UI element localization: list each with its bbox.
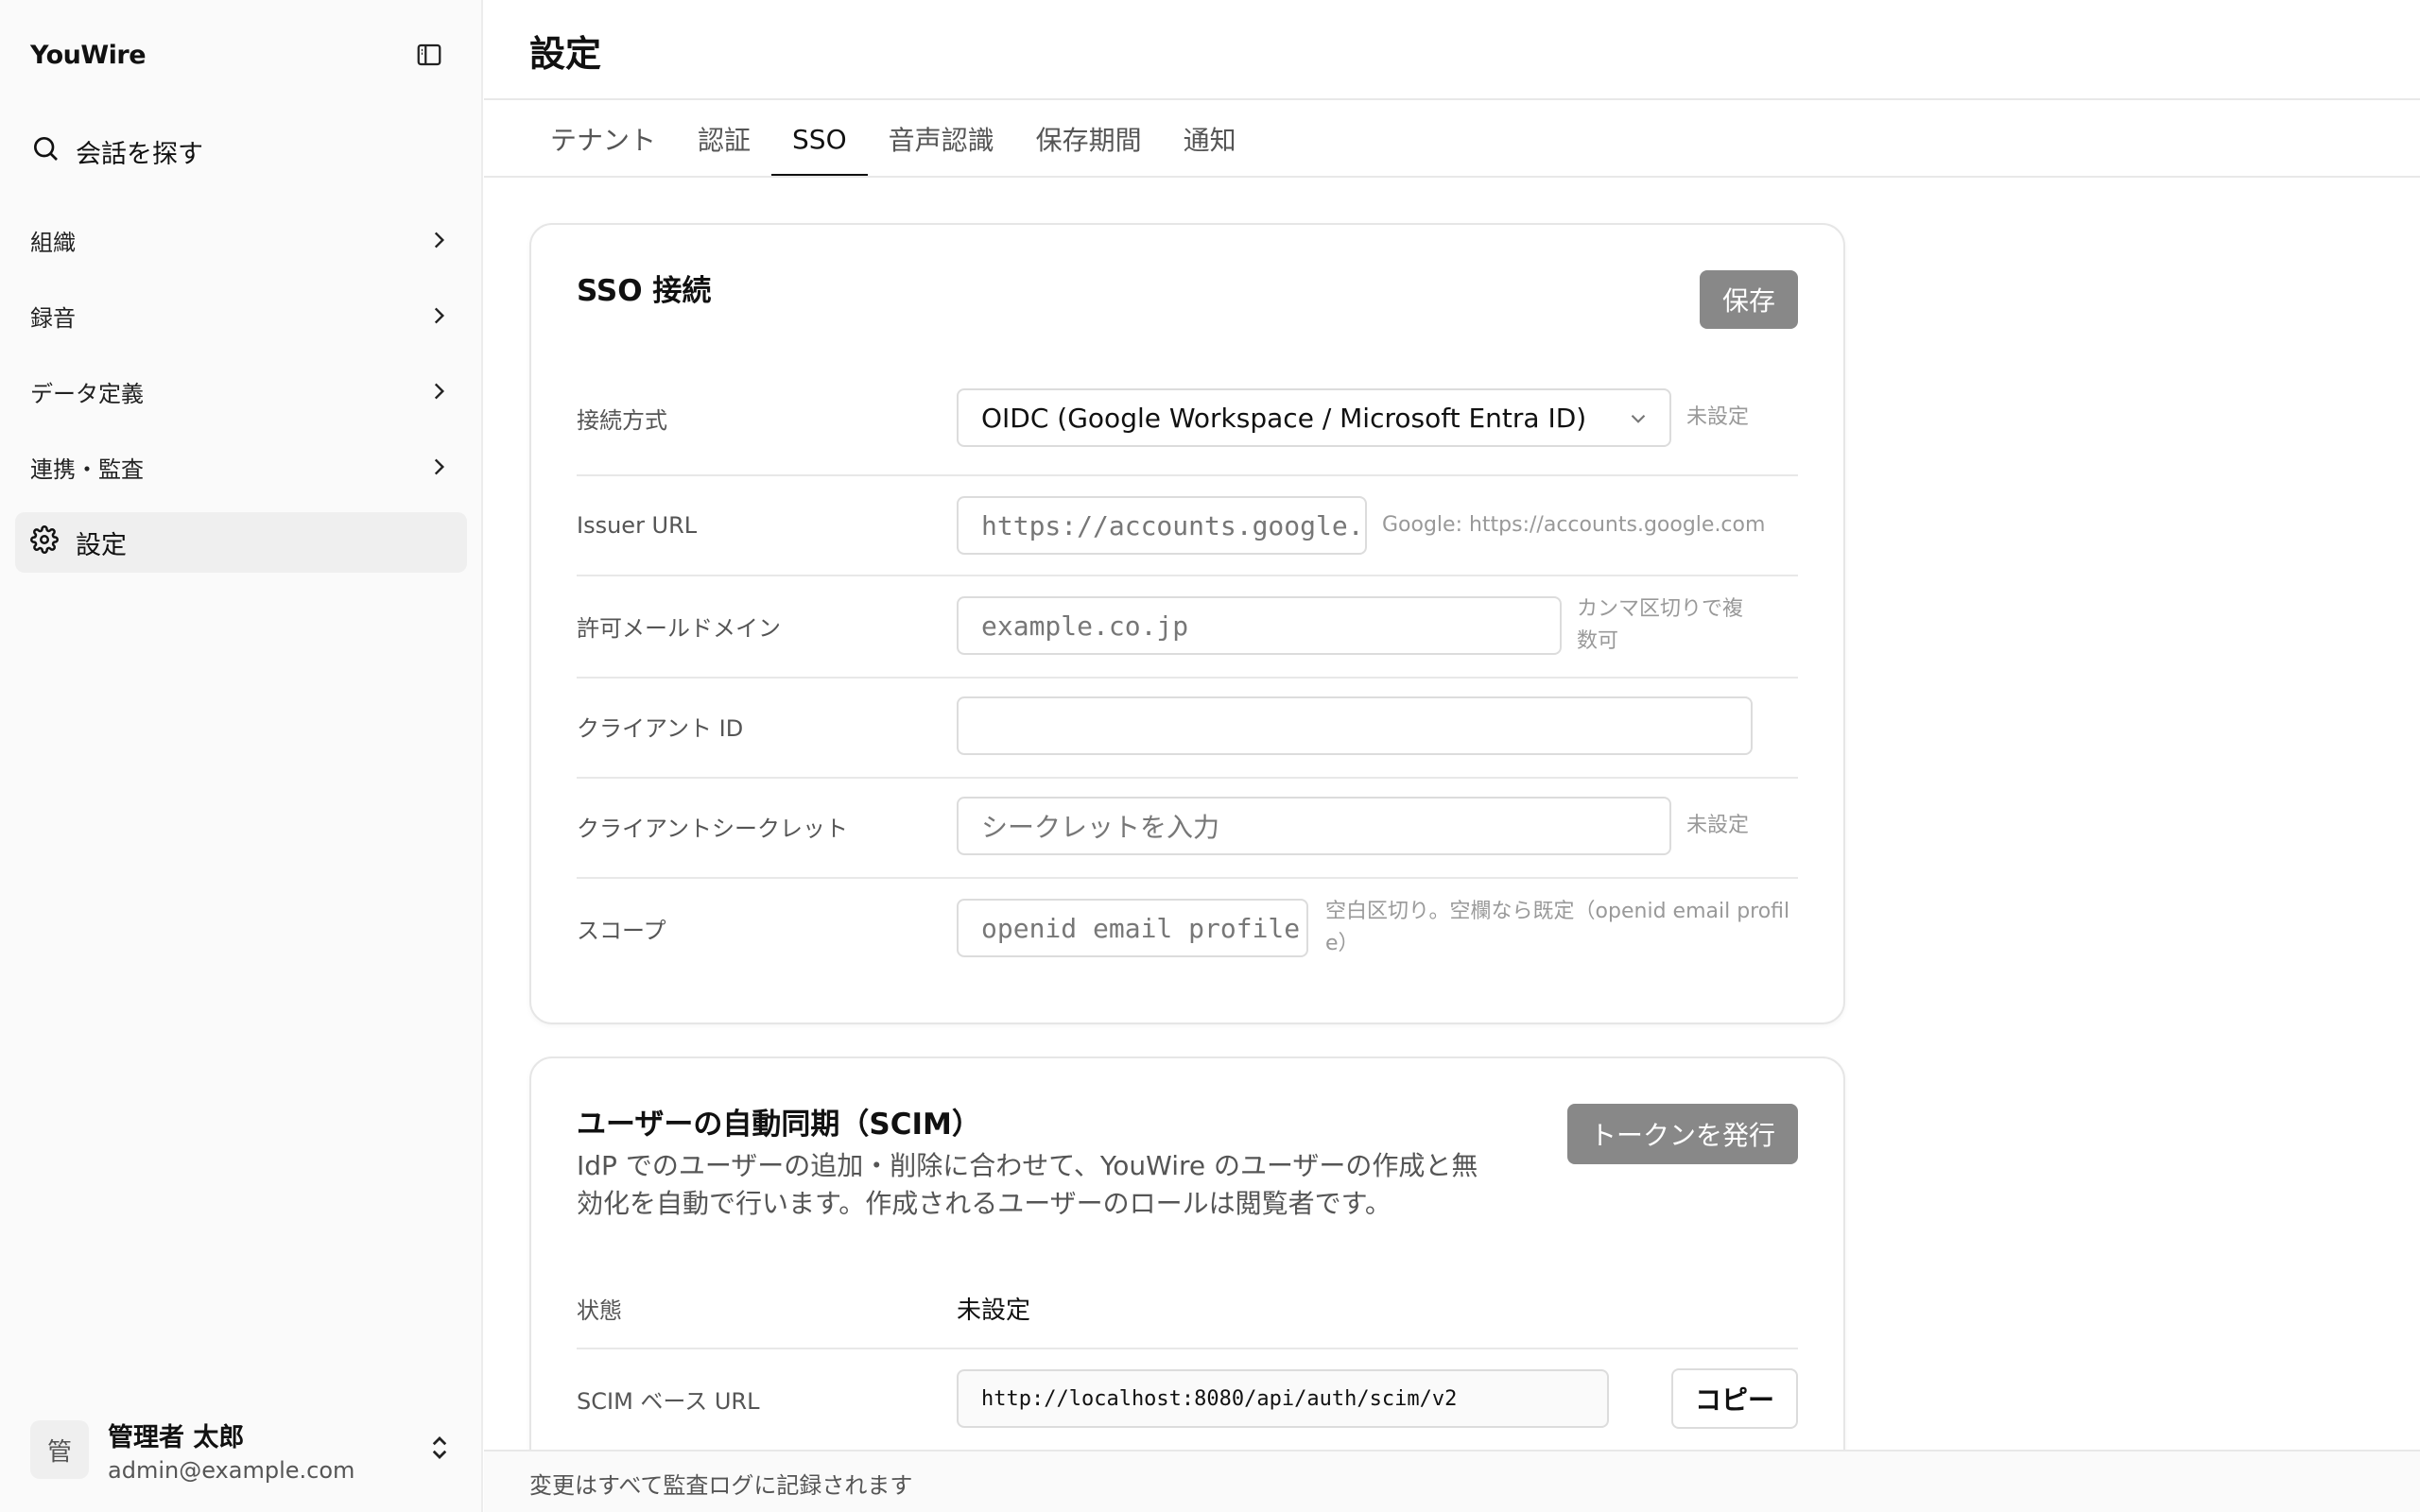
user-name: 管理者 太郎 bbox=[108, 1422, 245, 1452]
footer-bar: 変更はすべて監査ログに記録されます bbox=[484, 1450, 2420, 1512]
tab-retention[interactable]: 保存期間 bbox=[1015, 100, 1163, 178]
sso-connection-card: SSO 接続 保存 接続方式 OIDC (Google Workspace / … bbox=[529, 223, 1845, 1024]
issuer-row: Issuer URL https://accounts.google.com G… bbox=[577, 495, 1798, 556]
card-description: IdP でのユーザーの追加・削除に合わせて、YouWire のユーザーの作成と無… bbox=[577, 1150, 1478, 1219]
row-divider bbox=[577, 575, 1798, 576]
issuer-placeholder: https://accounts.google.com bbox=[981, 509, 1365, 541]
sidebar-item-label: 連携・監査 bbox=[30, 455, 144, 483]
status-row: 状態 未設定 bbox=[577, 1281, 1798, 1334]
secret-placeholder: シークレットを入力 bbox=[981, 812, 1220, 843]
tab-tenant[interactable]: テナント bbox=[529, 100, 677, 178]
allowed-domain-input[interactable]: example.co.jp bbox=[957, 596, 1562, 655]
secret-hint: 未設定 bbox=[1686, 814, 1750, 837]
client-id-input[interactable] bbox=[957, 696, 1753, 755]
user-info: 管理者 太郎 admin@example.com bbox=[108, 1417, 406, 1484]
page-title: 設定 bbox=[529, 33, 602, 75]
domain-hint: カンマ区切りで複数可 bbox=[1577, 597, 1744, 653]
settings-tabs: テナント 認証 SSO 音声認識 保存期間 通知 bbox=[529, 100, 1257, 178]
scope-input[interactable]: openid email profile bbox=[957, 899, 1308, 957]
client-id-row: クライアント ID bbox=[577, 696, 1798, 756]
method-row: 接続方式 OIDC (Google Workspace / Microsoft … bbox=[577, 387, 1798, 448]
method-select-value: OIDC (Google Workspace / Microsoft Entra… bbox=[981, 402, 1587, 434]
sidebar-item-organization[interactable]: 組織 bbox=[15, 210, 467, 270]
sidebar-item-label: 録音 bbox=[30, 304, 76, 332]
chevron-up-down-icon[interactable] bbox=[425, 1434, 454, 1466]
row-divider bbox=[577, 1348, 1798, 1349]
user-menu[interactable]: 管 管理者 太郎 admin@example.com bbox=[30, 1416, 454, 1484]
scope-hint: 空白区切り。空欄なら既定（openid email profile） bbox=[1325, 900, 1790, 955]
scope-placeholder: openid email profile bbox=[981, 912, 1301, 944]
domain-row: 許可メールドメイン example.co.jp カンマ区切りで複数可 bbox=[577, 595, 1798, 656]
row-divider bbox=[577, 777, 1798, 779]
base-url-field[interactable]: http://localhost:8080/api/auth/scim/v2 bbox=[957, 1369, 1609, 1428]
chevron-down-icon bbox=[1626, 406, 1651, 438]
chevron-right-icon bbox=[425, 378, 452, 404]
chevron-right-icon bbox=[425, 302, 452, 329]
tab-speech-recognition[interactable]: 音声認識 bbox=[868, 100, 1015, 178]
save-button[interactable]: 保存 bbox=[1700, 270, 1798, 329]
brand-logo: YouWire bbox=[30, 40, 147, 70]
card-title: SSO 接続 bbox=[577, 274, 712, 308]
tabs-divider bbox=[484, 176, 2420, 178]
scim-card: ユーザーの自動同期（SCIM） IdP でのユーザーの追加・削除に合わせて、Yo… bbox=[529, 1057, 1845, 1512]
copy-button[interactable]: コピー bbox=[1671, 1368, 1798, 1429]
sidebar-item-label: 組織 bbox=[30, 229, 76, 256]
issuer-url-input[interactable]: https://accounts.google.com bbox=[957, 496, 1367, 555]
chevron-right-icon bbox=[425, 454, 452, 480]
row-divider bbox=[577, 677, 1798, 679]
method-select[interactable]: OIDC (Google Workspace / Microsoft Entra… bbox=[957, 388, 1671, 447]
scope-label: スコープ bbox=[577, 917, 666, 944]
tab-notifications[interactable]: 通知 bbox=[1163, 100, 1257, 178]
base-url-value: http://localhost:8080/api/auth/scim/v2 bbox=[981, 1386, 1458, 1411]
chevron-right-icon bbox=[425, 227, 452, 253]
sidebar-item-data-definition[interactable]: データ定義 bbox=[15, 361, 467, 421]
sidebar-item-integration-audit[interactable]: 連携・監査 bbox=[15, 437, 467, 497]
sidebar-item-label: 設定 bbox=[76, 530, 127, 560]
method-hint: 未設定 bbox=[1686, 405, 1750, 429]
status-label: 状態 bbox=[577, 1297, 622, 1324]
row-divider bbox=[577, 474, 1798, 476]
main-content: 設定 テナント 認証 SSO 音声認識 保存期間 通知 SSO 接続 保存 接続… bbox=[484, 0, 2420, 1512]
audit-log-notice: 変更はすべて監査ログに記録されます bbox=[529, 1472, 913, 1499]
domain-placeholder: example.co.jp bbox=[981, 610, 1189, 642]
domain-label: 許可メールドメイン bbox=[577, 614, 781, 642]
gear-icon bbox=[30, 524, 59, 560]
scope-row: スコープ openid email profile 空白区切り。空欄なら既定（o… bbox=[577, 898, 1798, 958]
row-divider bbox=[577, 877, 1798, 879]
sidebar: YouWire 会話を探す 組織 録音 データ定義 連携・監査 設定 管 管理者… bbox=[0, 0, 483, 1512]
avatar: 管 bbox=[30, 1420, 89, 1479]
tab-authentication[interactable]: 認証 bbox=[677, 100, 771, 178]
search-label: 会話を探す bbox=[76, 139, 203, 169]
conversation-search-button[interactable]: 会話を探す bbox=[30, 129, 203, 174]
sidebar-item-settings[interactable]: 設定 bbox=[15, 512, 467, 573]
sidebar-item-recording[interactable]: 録音 bbox=[15, 285, 467, 346]
issuer-label: Issuer URL bbox=[577, 512, 698, 539]
issuer-hint: Google: https://accounts.google.com bbox=[1382, 513, 1766, 537]
sidebar-item-label: データ定義 bbox=[30, 380, 144, 407]
method-label: 接続方式 bbox=[577, 406, 667, 434]
client-secret-row: クライアントシークレット シークレットを入力 未設定 bbox=[577, 796, 1798, 856]
client-id-label: クライアント ID bbox=[577, 714, 744, 742]
sidebar-header: YouWire bbox=[30, 36, 446, 74]
sidebar-toggle-icon[interactable] bbox=[412, 38, 446, 72]
tab-sso[interactable]: SSO bbox=[771, 100, 868, 178]
issue-token-button[interactable]: トークンを発行 bbox=[1567, 1104, 1798, 1164]
base-url-row: SCIM ベース URL http://localhost:8080/api/a… bbox=[577, 1368, 1798, 1429]
card-title: ユーザーの自動同期（SCIM） bbox=[577, 1108, 981, 1142]
client-secret-input[interactable]: シークレットを入力 bbox=[957, 797, 1671, 855]
base-url-label: SCIM ベース URL bbox=[577, 1387, 760, 1415]
sidebar-nav: 組織 録音 データ定義 連携・監査 設定 bbox=[15, 210, 467, 588]
status-value: 未設定 bbox=[957, 1296, 1031, 1325]
user-email: admin@example.com bbox=[108, 1456, 355, 1484]
search-icon bbox=[30, 133, 60, 170]
client-secret-label: クライアントシークレット bbox=[577, 815, 849, 842]
